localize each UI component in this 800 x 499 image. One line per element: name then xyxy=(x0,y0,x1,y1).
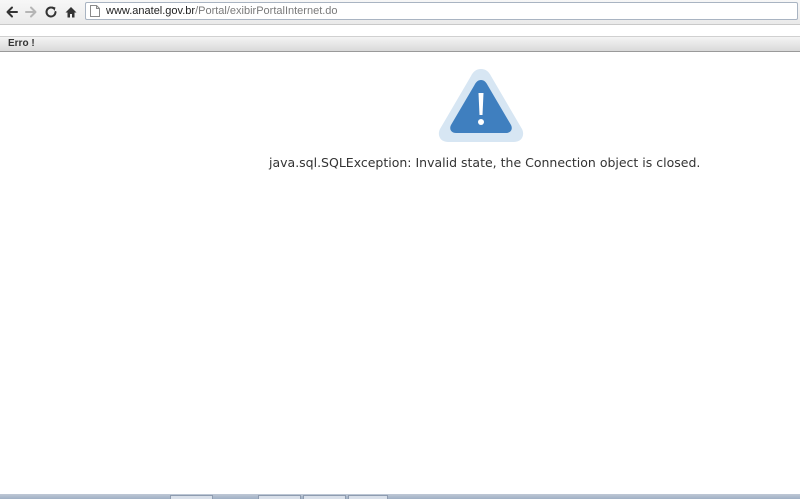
url-path: /Portal/exibirPortalInternet.do xyxy=(195,5,338,17)
taskbar-button[interactable] xyxy=(303,495,346,499)
reload-button[interactable] xyxy=(41,2,61,22)
home-icon xyxy=(65,7,77,18)
page-title: Erro ! xyxy=(8,38,35,49)
taskbar-button[interactable] xyxy=(348,495,388,499)
reload-icon xyxy=(45,6,57,18)
page-icon xyxy=(90,5,100,17)
taskbar xyxy=(0,494,800,499)
error-message: java.sql.SQLException: Invalid state, th… xyxy=(269,155,701,170)
url-host: www.anatel.gov.br xyxy=(106,5,196,17)
address-bar[interactable]: www.anatel.gov.br/Portal/exibirPortalInt… xyxy=(85,2,798,20)
forward-button[interactable] xyxy=(21,2,41,22)
page-title-bar: Erro ! xyxy=(0,36,800,52)
home-button[interactable] xyxy=(61,2,81,22)
forward-icon xyxy=(25,6,37,18)
taskbar-button[interactable] xyxy=(170,495,213,499)
warning-icon xyxy=(438,69,524,142)
browser-toolbar: www.anatel.gov.br/Portal/exibirPortalInt… xyxy=(0,0,800,25)
taskbar-button[interactable] xyxy=(258,495,301,499)
back-icon xyxy=(6,6,18,18)
back-button[interactable] xyxy=(2,2,22,22)
url-text: www.anatel.gov.br/Portal/exibirPortalInt… xyxy=(106,3,338,19)
